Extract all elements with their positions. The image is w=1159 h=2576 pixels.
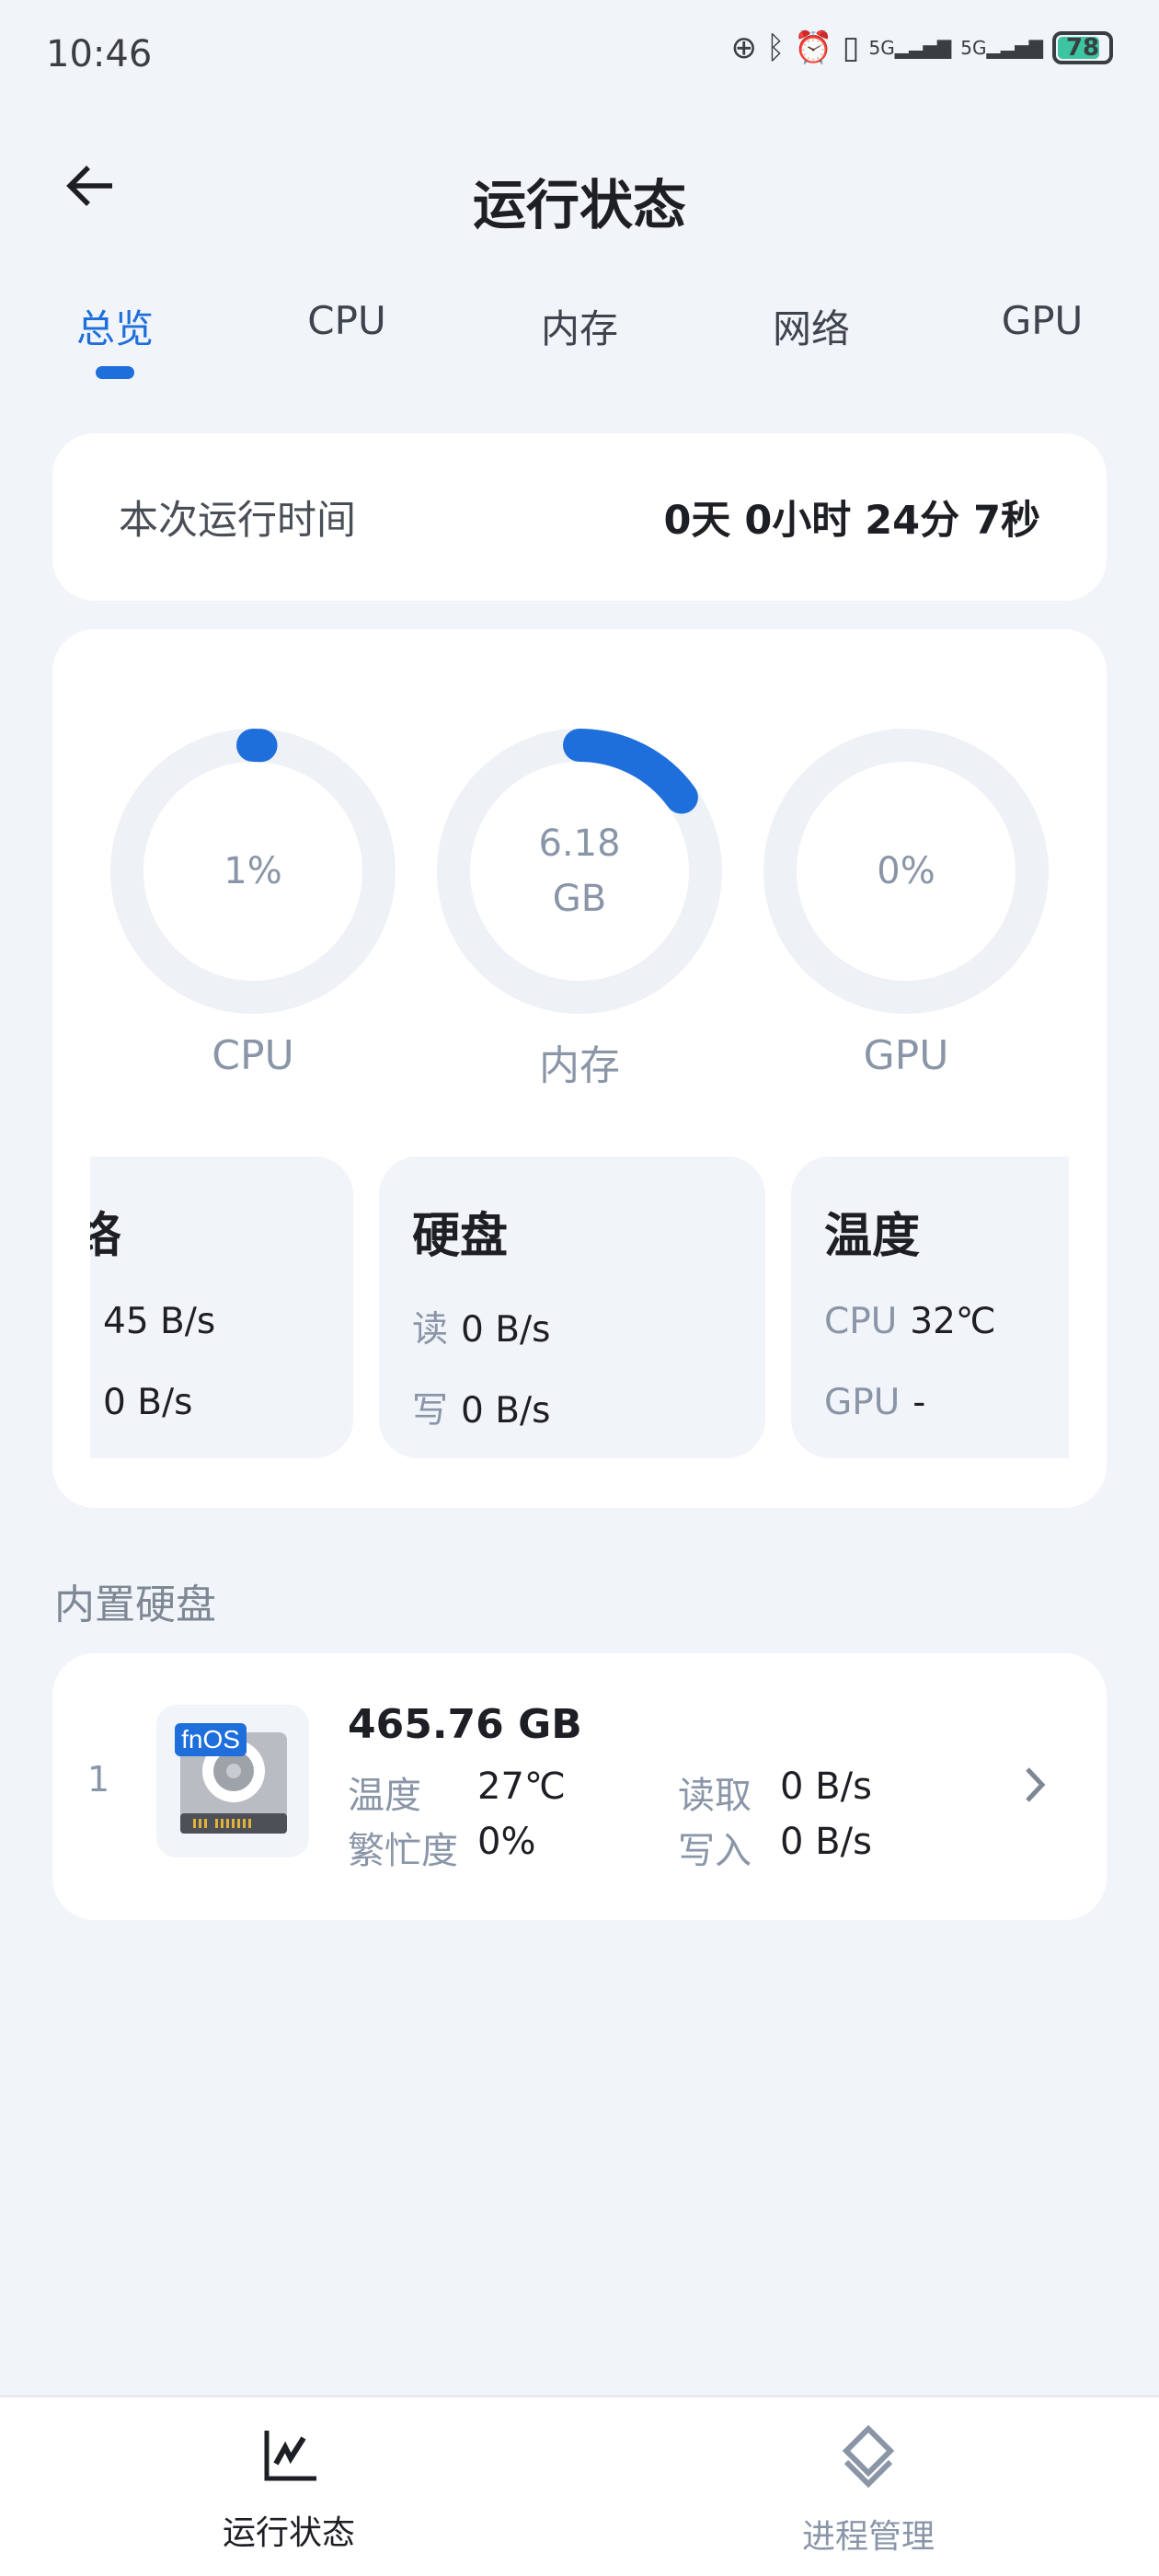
nav-label: 运行状态 [222, 2514, 355, 2552]
signal-icon: 5G▂▃▅▇ [868, 37, 952, 59]
network-card[interactable]: 网络 45 B/s 0 B/s [90, 1156, 353, 1458]
fnos-badge: fnOS [181, 1725, 240, 1754]
network-download: 0 B/s [103, 1382, 193, 1423]
uptime-label: 本次运行时间 [119, 498, 356, 544]
gauge-unit: GB [552, 878, 607, 920]
gauge-label: 内存 [539, 1042, 620, 1089]
alarm-icon: ⏰ [794, 29, 833, 66]
cpu-temp: 32℃ [910, 1301, 996, 1342]
gauge-cpu[interactable]: 1% CPU [110, 729, 396, 1079]
disk-write-label: 写入 [678, 1830, 752, 1872]
uptime-card: 本次运行时间 0天 0小时 24分 7秒 [52, 433, 1107, 601]
overview-card: 1% CPU 6.18 GB 内存 0% GPU 网络 45 B/s 0 B/s … [52, 629, 1107, 1508]
disk-index: 1 [87, 1759, 110, 1800]
disk-io-card[interactable]: 硬盘 读0 B/s 写0 B/s [379, 1156, 765, 1458]
nav-label: 进程管理 [801, 2518, 935, 2556]
disk-list-item[interactable]: 1 fnOS 465.76 GB 温度 27℃ 繁忙度 0% 读取 0 B/s … [52, 1653, 1107, 1920]
tab-gpu[interactable]: GPU [1002, 298, 1084, 343]
uptime-value: 0天 0小时 24分 7秒 [663, 498, 1040, 544]
sub-card-title: 网络 [90, 1209, 122, 1264]
disk-temp-label: 温度 [348, 1775, 421, 1817]
tab-overview[interactable]: 总览 [76, 298, 154, 354]
battery-level: 78 [1065, 34, 1100, 62]
gauge-value: 1% [224, 850, 282, 892]
hard-disk-icon: fnOS [156, 1705, 309, 1857]
gpu-temp: - [912, 1382, 926, 1423]
disk-read-label: 读取 [678, 1775, 752, 1817]
gauge-label: GPU [863, 1032, 949, 1079]
nav-process-management[interactable]: 进程管理 [730, 2425, 1006, 2558]
vibrate-icon: ▯ [842, 29, 860, 66]
disk-capacity: 465.76 GB [348, 1701, 582, 1748]
layers-icon [842, 2425, 895, 2488]
disk-read: 0 B/s [780, 1765, 872, 1808]
disk-write: 0 B/s [780, 1821, 872, 1863]
gauge-gpu[interactable]: 0% GPU [763, 729, 1049, 1079]
tab-memory[interactable]: 内存 [541, 298, 618, 354]
disk-busy: 0% [477, 1821, 536, 1863]
sub-card-title: 硬盘 [412, 1209, 509, 1264]
disk-busy-label: 繁忙度 [348, 1830, 458, 1872]
nav-runtime-status[interactable]: 运行状态 [151, 2425, 427, 2554]
data-saver-icon: ⊕ [730, 29, 758, 66]
disk-write: 0 B/s [461, 1390, 551, 1432]
bottom-nav: 运行状态 进程管理 [0, 2395, 1159, 2576]
gauge-value: 6.18 [538, 822, 621, 865]
temperature-card[interactable]: 温度 CPU 32℃ GPU - [791, 1156, 1069, 1458]
status-time: 10:46 [46, 33, 153, 75]
page-title: 运行状态 [472, 174, 686, 236]
tab-cpu[interactable]: CPU [307, 298, 385, 343]
tab-indicator [96, 366, 134, 379]
gauge-label: CPU [212, 1032, 294, 1079]
gauge-memory[interactable]: 6.18 GB 内存 [437, 729, 722, 1091]
disk-read: 0 B/s [461, 1309, 551, 1351]
gauge-value: 0% [877, 850, 935, 892]
status-icons: ⊕ ᛒ ⏰ ▯ 5G▂▃▅▇ 5G▂▃▅▇ 78 [730, 29, 1113, 66]
network-upload: 45 B/s [103, 1301, 216, 1342]
section-title: 内置硬盘 [54, 1581, 216, 1628]
sub-card-title: 温度 [824, 1209, 921, 1264]
chevron-right-icon[interactable] [1020, 1762, 1053, 1808]
stats-carousel[interactable]: 网络 45 B/s 0 B/s 硬盘 读0 B/s 写0 B/s 温度 CPU3… [90, 1156, 1069, 1458]
bluetooth-icon: ᛒ [766, 29, 786, 66]
chart-line-icon [264, 2431, 316, 2481]
signal-icon: 5G▂▃▅▇ [960, 37, 1043, 59]
battery-icon: 78 [1052, 31, 1113, 64]
disk-temp: 27℃ [477, 1765, 566, 1808]
tab-network[interactable]: 网络 [773, 298, 850, 354]
